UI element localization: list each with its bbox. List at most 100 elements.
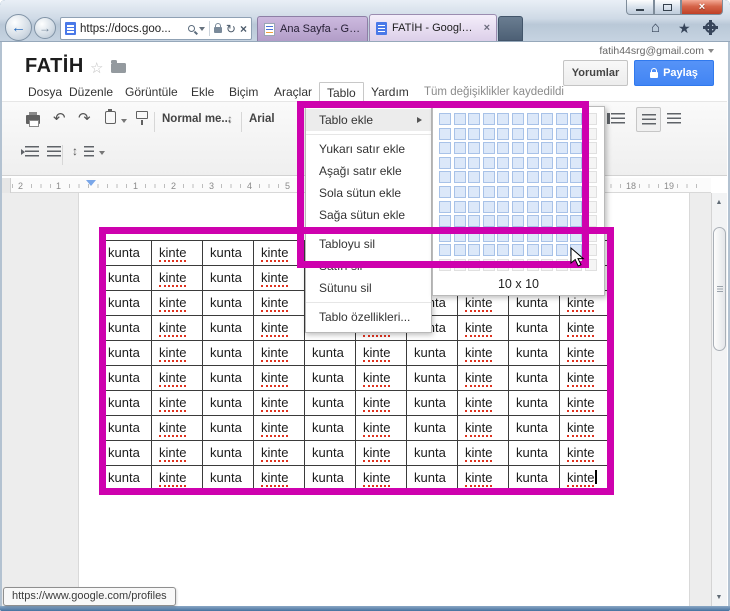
grid-picker-cell[interactable] xyxy=(483,128,495,140)
table-cell[interactable]: kunta xyxy=(101,391,152,416)
grid-picker-cell[interactable] xyxy=(585,244,597,256)
table-cell[interactable]: kinte xyxy=(458,441,509,466)
grid-picker-cell[interactable] xyxy=(541,201,553,213)
table-cell[interactable]: kunta xyxy=(509,316,560,341)
table-cell[interactable]: kinte xyxy=(458,366,509,391)
grid-picker-cell[interactable] xyxy=(454,113,466,125)
grid-picker-cell[interactable] xyxy=(483,259,495,271)
grid-picker-cell[interactable] xyxy=(585,201,597,213)
table-cell[interactable]: kunta xyxy=(305,441,356,466)
table-cell[interactable]: kinte xyxy=(152,291,203,316)
grid-picker-cell[interactable] xyxy=(512,230,524,242)
menu-duzenle[interactable]: Düzenle xyxy=(69,85,113,99)
refresh-icon[interactable]: ↻ xyxy=(226,23,236,35)
table-cell[interactable]: kunta xyxy=(203,366,254,391)
grid-picker-cell[interactable] xyxy=(483,215,495,227)
grid-picker-cell[interactable] xyxy=(454,230,466,242)
grid-picker-cell[interactable] xyxy=(541,215,553,227)
grid-picker-cell[interactable] xyxy=(454,171,466,183)
table-cell[interactable]: kunta xyxy=(101,466,152,491)
redo-icon[interactable]: ↷ xyxy=(78,109,91,127)
grid-picker-cell[interactable] xyxy=(512,157,524,169)
grid-picker-cell[interactable] xyxy=(556,186,568,198)
grid-picker-cell[interactable] xyxy=(483,186,495,198)
table-cell[interactable]: kunta xyxy=(509,441,560,466)
grid-picker-cell[interactable] xyxy=(585,215,597,227)
table-cell[interactable]: kunta xyxy=(101,266,152,291)
grid-picker-cell[interactable] xyxy=(512,201,524,213)
grid-picker-cell[interactable] xyxy=(512,113,524,125)
scroll-down-icon[interactable]: ▼ xyxy=(712,590,726,604)
table-menu-item[interactable]: Sütunu sil xyxy=(306,277,431,299)
grid-picker-cell[interactable] xyxy=(541,157,553,169)
grid-picker-cell[interactable] xyxy=(556,201,568,213)
account-menu[interactable]: fatih44srg@gmail.com xyxy=(599,45,714,57)
forward-button[interactable]: → xyxy=(34,17,56,39)
table-cell[interactable]: kunta xyxy=(509,341,560,366)
grid-picker-cell[interactable] xyxy=(483,157,495,169)
grid-picker-cell[interactable] xyxy=(527,128,539,140)
grid-picker-cell[interactable] xyxy=(527,113,539,125)
grid-picker-cell[interactable] xyxy=(556,215,568,227)
table-cell[interactable]: kinte xyxy=(254,366,305,391)
grid-picker-cell[interactable] xyxy=(556,157,568,169)
grid-picker-cell[interactable] xyxy=(497,142,509,154)
grid-picker-cell[interactable] xyxy=(512,142,524,154)
grid-picker-cell[interactable] xyxy=(527,259,539,271)
grid-picker-cell[interactable] xyxy=(527,215,539,227)
table-cell[interactable]: kinte xyxy=(152,266,203,291)
grid-picker-cell[interactable] xyxy=(454,186,466,198)
paste-format-icon[interactable] xyxy=(105,111,116,124)
table-cell[interactable]: kinte xyxy=(560,416,611,441)
grid-picker-cell[interactable] xyxy=(512,259,524,271)
grid-picker-cell[interactable] xyxy=(556,244,568,256)
table-cell[interactable]: kunta xyxy=(203,316,254,341)
table-cell[interactable]: kinte xyxy=(254,391,305,416)
menu-dosya[interactable]: Dosya xyxy=(28,85,62,99)
grid-picker-cell[interactable] xyxy=(527,171,539,183)
tab-close-icon[interactable]: × xyxy=(484,22,490,34)
grid-picker-cell[interactable] xyxy=(541,171,553,183)
grid-picker-cell[interactable] xyxy=(483,171,495,183)
home-icon[interactable]: ⌂ xyxy=(651,20,660,35)
grid-picker-cell[interactable] xyxy=(512,244,524,256)
table-menu-item[interactable]: Aşağı satır ekle xyxy=(306,160,431,182)
grid-picker-cell[interactable] xyxy=(556,128,568,140)
grid-picker-cell[interactable] xyxy=(497,186,509,198)
grid-picker-cell[interactable] xyxy=(439,128,451,140)
maximize-button[interactable] xyxy=(654,0,681,15)
scroll-up-icon[interactable]: ▲ xyxy=(712,195,726,209)
table-cell[interactable]: kunta xyxy=(509,366,560,391)
table-cell[interactable]: kinte xyxy=(152,341,203,366)
star-outline-icon[interactable]: ☆ xyxy=(90,59,103,77)
menu-yardim[interactable]: Yardım xyxy=(371,85,409,99)
grid-picker-cell[interactable] xyxy=(454,157,466,169)
grid-picker-cell[interactable] xyxy=(570,113,582,125)
table-cell[interactable]: kunta xyxy=(203,441,254,466)
table-cell[interactable]: kunta xyxy=(407,391,458,416)
grid-picker-cell[interactable] xyxy=(468,142,480,154)
table-cell[interactable]: kunta xyxy=(203,241,254,266)
grid-picker-cell[interactable] xyxy=(497,244,509,256)
table-cell[interactable]: kunta xyxy=(509,391,560,416)
indent-icon[interactable] xyxy=(25,146,39,157)
table-cell[interactable]: kinte xyxy=(458,466,509,491)
grid-picker-cell[interactable] xyxy=(541,142,553,154)
table-cell[interactable]: kinte xyxy=(458,416,509,441)
grid-picker-cell[interactable] xyxy=(468,259,480,271)
grid-picker-cell[interactable] xyxy=(439,244,451,256)
grid-picker-cell[interactable] xyxy=(585,259,597,271)
table-cell[interactable]: kunta xyxy=(305,391,356,416)
grid-picker-cell[interactable] xyxy=(512,215,524,227)
menu-bicim[interactable]: Biçim xyxy=(229,85,258,99)
table-cell[interactable]: kinte xyxy=(458,316,509,341)
grid-picker-cell[interactable] xyxy=(556,142,568,154)
grid-picker-cell[interactable] xyxy=(527,157,539,169)
table-cell[interactable]: kunta xyxy=(203,466,254,491)
address-dropdown-icon[interactable] xyxy=(199,27,205,31)
left-indent-marker[interactable] xyxy=(86,180,96,186)
align-justify-icon[interactable] xyxy=(667,113,681,124)
grid-picker-cell[interactable] xyxy=(454,142,466,154)
paint-format-icon[interactable] xyxy=(136,111,148,119)
table-cell[interactable]: kunta xyxy=(407,416,458,441)
